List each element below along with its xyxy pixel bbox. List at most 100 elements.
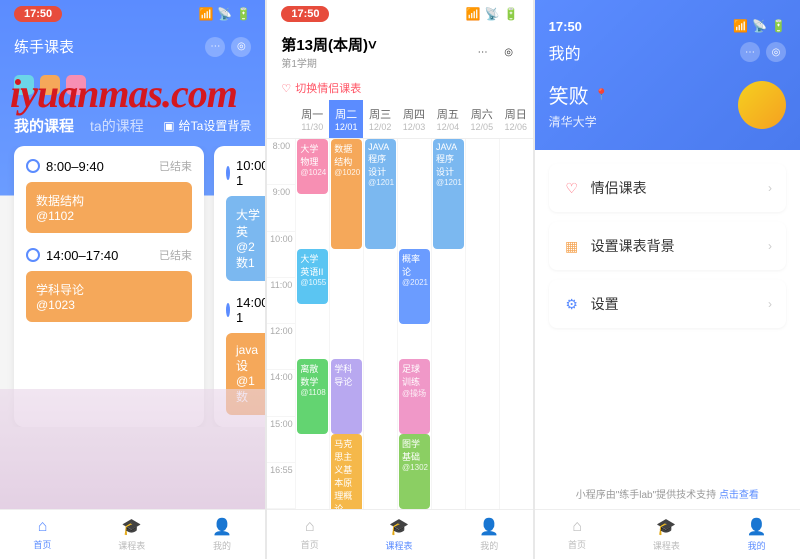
day-thu[interactable]: 周四12/03 — [397, 100, 431, 138]
time-slot: 14:00 — [267, 370, 295, 416]
nav-home[interactable]: ⌂ 首页 — [301, 518, 319, 551]
schedule-icon: 🎓 — [389, 517, 409, 537]
schedule-event[interactable]: JAVA程序设计@1201 — [433, 139, 464, 249]
column-sat — [465, 139, 499, 509]
card-time-row: 8:00–9:40 已结束 — [26, 158, 192, 174]
schedule-event[interactable]: 图学基础@1302 — [399, 434, 430, 509]
illustration — [0, 389, 265, 509]
battery-icon: 🔋 — [504, 7, 519, 21]
target-button[interactable]: ◎ — [499, 42, 519, 62]
status-time: 17:50 — [14, 6, 62, 22]
schedule-icon: 🎓 — [122, 517, 142, 537]
menu-item[interactable]: ▦设置课表背景› — [549, 222, 786, 270]
signal-icon: 📶 — [733, 19, 748, 33]
target-button[interactable]: ◎ — [766, 42, 786, 62]
card-time-row: 10:00–1 — [226, 158, 265, 188]
cards-row: 8:00–9:40 已结束 数据结构 @1102 14:00–17:40 已结束… — [0, 146, 265, 427]
nav-home[interactable]: ⌂ 首页 — [568, 518, 586, 551]
week-title[interactable]: 第13周(本周)˅ — [281, 34, 376, 55]
battery-icon: 🔋 — [236, 7, 251, 21]
profile-school: 清华大学 — [549, 113, 609, 130]
schedule-event[interactable]: 离散数学@1108 — [297, 359, 328, 434]
wifi-icon: 📡 — [485, 7, 500, 21]
more-button[interactable]: ⋯ — [205, 37, 225, 57]
dot-icon — [226, 166, 230, 180]
nav-home[interactable]: ⌂ 首页 — [33, 518, 51, 551]
image-icon: ▣ — [163, 119, 174, 133]
status-time: 17:50 — [549, 19, 582, 34]
course-block: 大学英 @2数1 — [226, 196, 265, 281]
more-button[interactable]: ⋯ — [740, 42, 760, 62]
schedule-event[interactable]: 马克思主义基本原理概论 — [331, 434, 362, 509]
column-sun — [499, 139, 533, 509]
event-loc: @1201 — [368, 178, 393, 187]
event-name: 学科导论 — [334, 362, 359, 388]
set-background-link[interactable]: ▣ 给Ta设置背景 — [163, 117, 251, 134]
nav-schedule[interactable]: 🎓 课程表 — [386, 517, 413, 552]
column-mon: 大学物理@1024大学英语II@1055离散数学@1108创业基础@1025 — [295, 139, 329, 509]
schedule-event[interactable]: 数据结构@1020 — [331, 139, 362, 249]
day-wed[interactable]: 周三12/02 — [363, 100, 397, 138]
status-icons: 📶 📡 🔋 — [198, 7, 251, 21]
status-text: 已结束 — [159, 247, 192, 263]
time-text: 14:00–1 — [236, 295, 265, 325]
my-course-card[interactable]: 8:00–9:40 已结束 数据结构 @1102 14:00–17:40 已结束… — [14, 146, 204, 427]
nav-schedule[interactable]: 🎓 课程表 — [653, 517, 680, 552]
status-icons: 📶 📡 🔋 — [733, 19, 786, 33]
course-loc: @1102 — [36, 209, 182, 223]
location-icon: 📍 — [595, 88, 609, 101]
day-sun[interactable]: 周日12/06 — [499, 100, 533, 138]
app-title: 练手课表 — [14, 36, 74, 57]
event-name: JAVA程序设计 — [368, 142, 393, 178]
ta-course-card[interactable]: 10:00–1 大学英 @2数1 14:00–1 java设 @1数 — [214, 146, 265, 427]
course-name: java设 — [236, 343, 262, 374]
status-bar: 17:50 📶 📡 🔋 — [0, 0, 265, 28]
day-tue[interactable]: 周二12/01 — [329, 100, 363, 138]
chevron-right-icon: › — [768, 297, 772, 311]
schedule-event[interactable]: 足球训练@操场 — [399, 359, 430, 434]
menu-label: 设置 — [591, 294, 758, 314]
day-sat[interactable]: 周六12/05 — [465, 100, 499, 138]
dot-icon — [26, 248, 40, 262]
event-name: 概率论 — [402, 252, 427, 278]
chevron-right-icon: › — [768, 181, 772, 195]
tab-my-courses[interactable]: 我的课程 — [14, 115, 74, 136]
time-slot: 11:00 — [267, 278, 295, 324]
time-header-cell — [267, 100, 295, 138]
event-name: 足球训练 — [402, 362, 427, 388]
schedule-grid: 8:009:0010:0011:0012:0014:0015:0016:55 大… — [267, 139, 532, 509]
avatar[interactable] — [738, 81, 786, 129]
target-button[interactable]: ◎ — [231, 37, 251, 57]
event-loc: @1020 — [334, 168, 359, 177]
wifi-icon: 📡 — [217, 7, 232, 21]
time-text: 8:00–9:40 — [46, 159, 104, 174]
schedule-event[interactable]: 大学物理@1024 — [297, 139, 328, 194]
day-fri[interactable]: 周五12/04 — [431, 100, 465, 138]
day-mon[interactable]: 周一11/30 — [295, 100, 329, 138]
schedule-event[interactable]: JAVA程序设计@1201 — [365, 139, 396, 249]
schedule-event[interactable]: 大学英语II@1055 — [297, 249, 328, 304]
bottom-nav: ⌂ 首页 🎓 课程表 👤 我的 — [0, 509, 265, 559]
schedule-event[interactable]: 概率论@2021 — [399, 249, 430, 324]
nav-mine[interactable]: 👤 我的 — [747, 517, 767, 552]
status-text: 已结束 — [159, 158, 192, 174]
switch-couple-link[interactable]: ♡ 切换情侣课表 — [267, 76, 532, 100]
menu-item[interactable]: ♡情侣课表› — [549, 164, 786, 212]
nav-mine[interactable]: 👤 我的 — [212, 517, 232, 552]
watermark: iyuanmas.com — [10, 70, 237, 117]
menu-item[interactable]: ⚙设置› — [549, 280, 786, 328]
course-tabs: 我的课程 ta的课程 ▣ 给Ta设置背景 — [0, 115, 265, 146]
more-button[interactable]: ⋯ — [473, 42, 493, 62]
event-loc: @2021 — [402, 278, 427, 287]
semester-label: 第1学期 — [281, 55, 376, 70]
menu-label: 设置课表背景 — [591, 236, 758, 256]
person-icon: 👤 — [479, 517, 499, 537]
column-tue: 数据结构@1020 学科导论马克思主义基本原理概论 — [329, 139, 363, 509]
footer-link[interactable]: 点击查看 — [719, 490, 759, 501]
nav-schedule[interactable]: 🎓 课程表 — [118, 517, 145, 552]
tab-ta-courses[interactable]: ta的课程 — [90, 116, 144, 136]
nav-mine[interactable]: 👤 我的 — [479, 517, 499, 552]
heart-icon: ♡ — [281, 82, 291, 95]
schedule-event[interactable]: 学科导论 — [331, 359, 362, 434]
week-header: 第13周(本周)˅ 第1学期 ⋯ ◎ — [267, 28, 532, 76]
